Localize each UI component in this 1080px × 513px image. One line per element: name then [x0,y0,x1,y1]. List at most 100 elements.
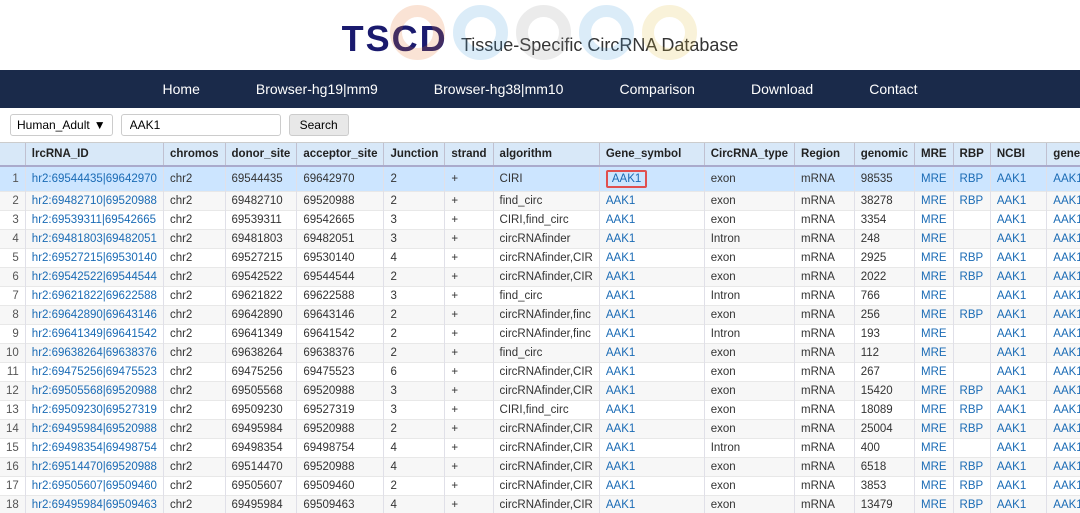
row-genecards[interactable]: AAK1 [1047,230,1080,249]
row-mre[interactable]: MRE [914,401,953,420]
row-mre[interactable]: MRE [914,382,953,401]
row-rbp[interactable]: RBP [953,401,990,420]
search-button[interactable]: Search [289,114,349,136]
search-input[interactable] [121,114,281,136]
row-rbp[interactable]: RBP [953,268,990,287]
row-gene[interactable]: AAK1 [599,211,704,230]
row-ncbi[interactable]: AAK1 [990,420,1046,439]
row-gene[interactable]: AAK1 [599,344,704,363]
row-rbp[interactable]: RBP [953,477,990,496]
row-mre[interactable]: MRE [914,363,953,382]
row-genecards[interactable]: AAK1 [1047,420,1080,439]
species-dropdown[interactable]: Human_Adult ▼ [10,114,113,136]
row-ncbi[interactable]: AAK1 [990,496,1046,513]
row-mre[interactable]: MRE [914,477,953,496]
row-id[interactable]: hr2:69482710|69520988 [25,192,163,211]
nav-download[interactable]: Download [723,70,841,108]
row-id[interactable]: hr2:69509230|69527319 [25,401,163,420]
row-gene[interactable]: AAK1 [599,325,704,344]
row-gene[interactable]: AAK1 [599,166,704,192]
row-id[interactable]: hr2:69539311|69542665 [25,211,163,230]
row-genecards[interactable]: AAK1 [1047,401,1080,420]
row-ncbi[interactable]: AAK1 [990,401,1046,420]
row-genecards[interactable]: AAK1 [1047,496,1080,513]
row-id[interactable]: hr2:69527215|69530140 [25,249,163,268]
row-genecards[interactable]: AAK1 [1047,439,1080,458]
row-rbp[interactable]: RBP [953,306,990,325]
row-id[interactable]: hr2:69495984|69509463 [25,496,163,513]
row-ncbi[interactable]: AAK1 [990,382,1046,401]
row-id[interactable]: hr2:69514470|69520988 [25,458,163,477]
row-mre[interactable]: MRE [914,249,953,268]
row-ncbi[interactable]: AAK1 [990,325,1046,344]
nav-browser-hg19[interactable]: Browser-hg19|mm9 [228,70,406,108]
row-mre[interactable]: MRE [914,496,953,513]
row-id[interactable]: hr2:69641349|69641542 [25,325,163,344]
row-id[interactable]: hr2:69498354|69498754 [25,439,163,458]
row-ncbi[interactable]: AAK1 [990,249,1046,268]
row-genecards[interactable]: AAK1 [1047,382,1080,401]
row-gene[interactable]: AAK1 [599,306,704,325]
row-ncbi[interactable]: AAK1 [990,344,1046,363]
row-ncbi[interactable]: AAK1 [990,166,1046,192]
row-mre[interactable]: MRE [914,344,953,363]
row-mre[interactable]: MRE [914,458,953,477]
row-gene[interactable]: AAK1 [599,230,704,249]
row-ncbi[interactable]: AAK1 [990,192,1046,211]
row-genecards[interactable]: AAK1 [1047,306,1080,325]
row-genecards[interactable]: AAK1 [1047,477,1080,496]
row-mre[interactable]: MRE [914,439,953,458]
row-ncbi[interactable]: AAK1 [990,439,1046,458]
row-ncbi[interactable]: AAK1 [990,306,1046,325]
row-gene[interactable]: AAK1 [599,192,704,211]
row-ncbi[interactable]: AAK1 [990,268,1046,287]
row-genecards[interactable]: AAK1 [1047,249,1080,268]
row-gene[interactable]: AAK1 [599,420,704,439]
nav-contact[interactable]: Contact [841,70,945,108]
row-mre[interactable]: MRE [914,306,953,325]
row-id[interactable]: hr2:69638264|69638376 [25,344,163,363]
row-id[interactable]: hr2:69475256|69475523 [25,363,163,382]
row-rbp[interactable]: RBP [953,382,990,401]
row-genecards[interactable]: AAK1 [1047,166,1080,192]
row-ncbi[interactable]: AAK1 [990,458,1046,477]
row-genecards[interactable]: AAK1 [1047,287,1080,306]
row-id[interactable]: hr2:69505607|69509460 [25,477,163,496]
row-gene[interactable]: AAK1 [599,439,704,458]
row-genecards[interactable]: AAK1 [1047,344,1080,363]
row-rbp[interactable]: RBP [953,249,990,268]
row-gene[interactable]: AAK1 [599,268,704,287]
row-id[interactable]: hr2:69481803|69482051 [25,230,163,249]
row-id[interactable]: hr2:69544435|69642970 [25,166,163,192]
row-rbp[interactable]: RBP [953,458,990,477]
row-rbp[interactable]: RBP [953,496,990,513]
row-gene[interactable]: AAK1 [599,287,704,306]
row-ncbi[interactable]: AAK1 [990,363,1046,382]
row-mre[interactable]: MRE [914,287,953,306]
row-mre[interactable]: MRE [914,230,953,249]
nav-comparison[interactable]: Comparison [591,70,722,108]
nav-browser-hg38[interactable]: Browser-hg38|mm10 [406,70,592,108]
row-gene[interactable]: AAK1 [599,363,704,382]
row-id[interactable]: hr2:69542522|69544544 [25,268,163,287]
row-genecards[interactable]: AAK1 [1047,192,1080,211]
row-gene[interactable]: AAK1 [599,401,704,420]
row-gene[interactable]: AAK1 [599,477,704,496]
row-mre[interactable]: MRE [914,420,953,439]
row-mre[interactable]: MRE [914,268,953,287]
row-ncbi[interactable]: AAK1 [990,211,1046,230]
row-gene[interactable]: AAK1 [599,458,704,477]
row-genecards[interactable]: AAK1 [1047,211,1080,230]
row-genecards[interactable]: AAK1 [1047,325,1080,344]
row-genecards[interactable]: AAK1 [1047,363,1080,382]
row-id[interactable]: hr2:69505568|69520988 [25,382,163,401]
row-gene[interactable]: AAK1 [599,496,704,513]
row-genecards[interactable]: AAK1 [1047,268,1080,287]
row-mre[interactable]: MRE [914,211,953,230]
row-mre[interactable]: MRE [914,192,953,211]
row-gene[interactable]: AAK1 [599,382,704,401]
row-ncbi[interactable]: AAK1 [990,230,1046,249]
row-gene[interactable]: AAK1 [599,249,704,268]
row-ncbi[interactable]: AAK1 [990,287,1046,306]
nav-home[interactable]: Home [135,70,228,108]
